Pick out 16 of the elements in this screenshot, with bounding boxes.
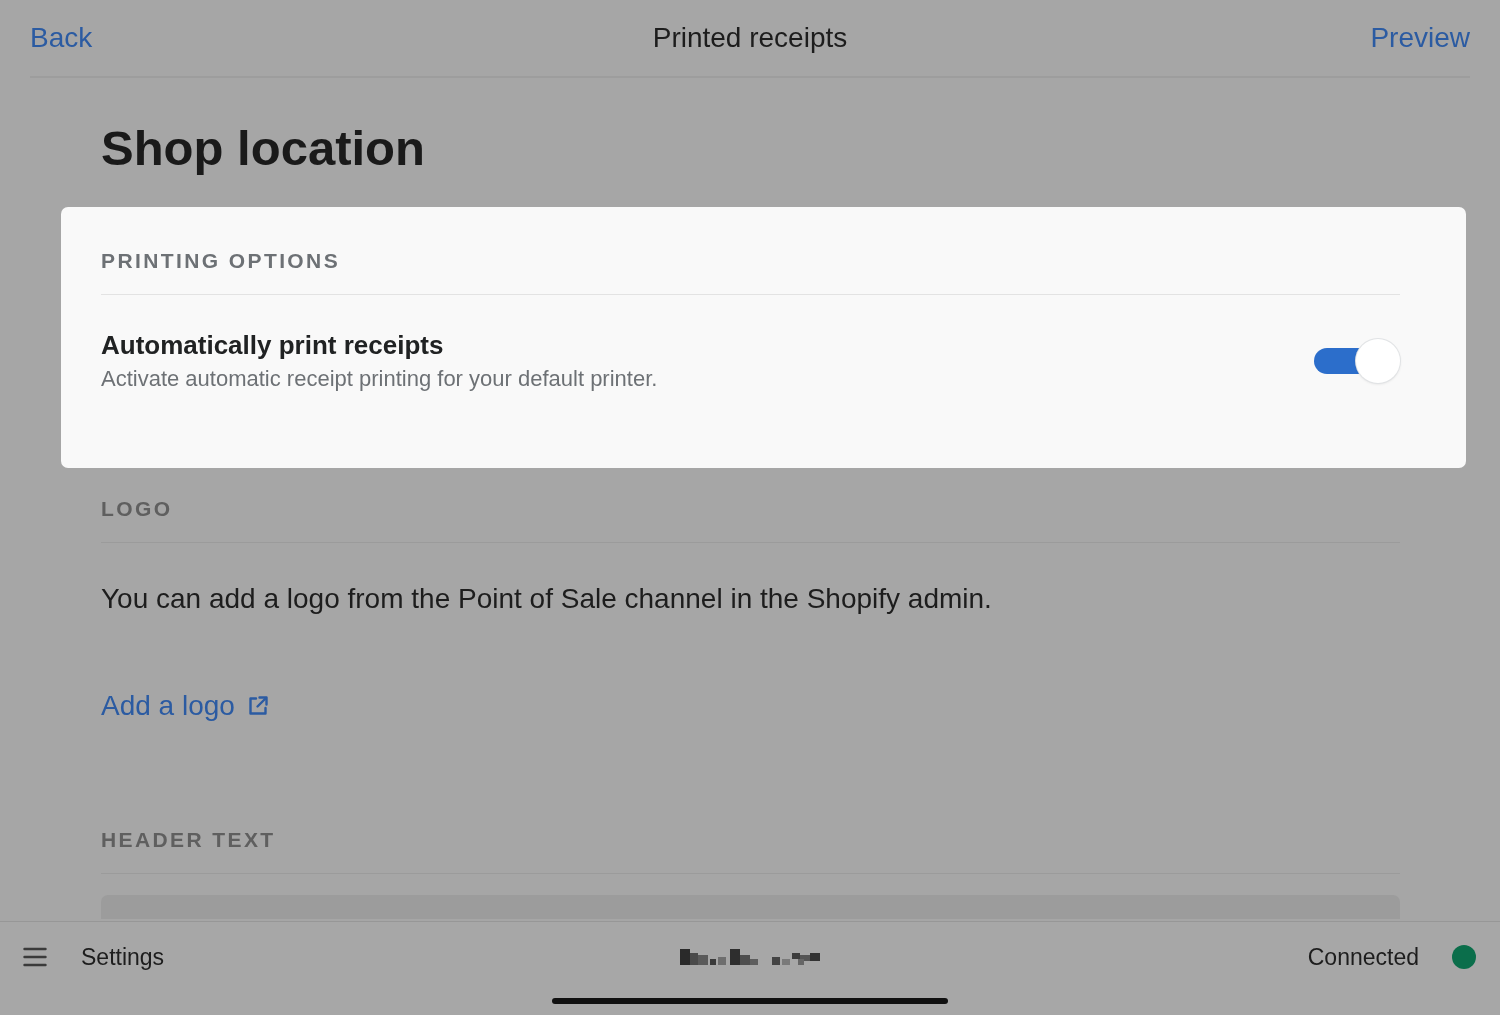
setting-description: Activate automatic receipt printing for your default printer. (101, 366, 658, 392)
back-link[interactable]: Back (30, 21, 93, 55)
settings-label: Settings (81, 943, 165, 971)
toggle-switch[interactable] (1314, 338, 1400, 383)
section-heading: HEADER TEXT (101, 827, 1400, 874)
connection-status: Connected (1307, 943, 1419, 971)
section-heading: PRINTING OPTIONS (101, 248, 1400, 295)
external-link-icon (246, 695, 269, 717)
info-text: You can add a logo from the Point of Sale channel in the Shopify admin. (101, 583, 993, 615)
setting-label: Automatically print receipts (101, 329, 444, 361)
nav-title: Printed receipts (652, 21, 848, 55)
section-heading: LOGO (101, 496, 1400, 543)
menu-icon[interactable] (23, 947, 47, 967)
add-logo-link[interactable]: Add a logo (101, 690, 269, 722)
page-title: Shop location (101, 120, 426, 176)
preview-link[interactable]: Preview (1370, 21, 1470, 55)
